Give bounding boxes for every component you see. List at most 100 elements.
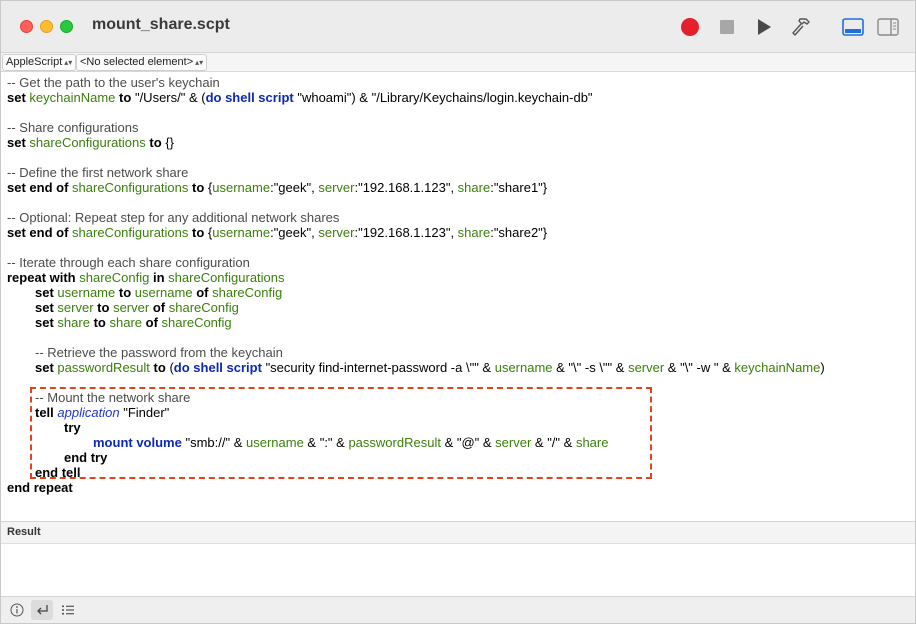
keyword: try: [64, 420, 81, 435]
code-line: set keychainName to "/Users/" & (do shel…: [7, 90, 825, 105]
code-line: -- Retrieve the password from the keycha…: [7, 345, 825, 360]
window-title: mount_share.scpt: [92, 16, 230, 33]
keyword: of: [145, 315, 158, 330]
code-line: set shareConfigurations to {}: [7, 135, 825, 150]
code-line: -- Mount the network share: [7, 390, 825, 405]
variable: server: [318, 225, 355, 240]
stop-icon: [720, 20, 734, 34]
variable: username: [212, 180, 271, 195]
zoom-window-button[interactable]: [60, 20, 73, 33]
keyword: of: [196, 285, 209, 300]
element-popup[interactable]: <No selected element> ▴▾: [76, 54, 208, 71]
variable: share: [57, 315, 90, 330]
variable: shareConfigurations: [72, 180, 189, 195]
result-button[interactable]: [31, 600, 53, 620]
variable: shareConfig: [161, 315, 232, 330]
variable: username: [212, 225, 271, 240]
script-editor-window: mount_share.scpt AppleScript ▴▾ <No sele…: [0, 0, 916, 624]
keyword: set: [35, 315, 54, 330]
bottom-panel-icon: [842, 18, 864, 36]
command: do shell script: [173, 360, 262, 375]
variable: share: [575, 435, 609, 450]
minimize-window-button[interactable]: [40, 20, 53, 33]
code-line: end tell: [7, 465, 825, 480]
comment: -- Share configurations: [7, 120, 139, 135]
variable: share: [457, 225, 491, 240]
stop-button[interactable]: [715, 15, 739, 39]
sidebar-icon: [877, 18, 899, 36]
variable: server: [57, 300, 94, 315]
code-line: set passwordResult to (do shell script "…: [7, 360, 825, 375]
variable: shareConfig: [79, 270, 150, 285]
keyword: set: [35, 300, 54, 315]
code-content[interactable]: -- Get the path to the user's keychain s…: [7, 75, 825, 495]
command: mount volume: [93, 435, 182, 450]
language-label: AppleScript: [6, 56, 63, 68]
variable: server: [628, 360, 665, 375]
code-line: mount volume "smb://" & username & ":" &…: [7, 435, 825, 450]
comment: -- Optional: Repeat step for any additio…: [7, 210, 340, 225]
comment: -- Define the first network share: [7, 165, 189, 180]
code-line: set username to username of shareConfig: [7, 285, 825, 300]
keyword: to: [97, 300, 110, 315]
string: :"share1"}: [490, 180, 548, 195]
log-button[interactable]: [57, 600, 79, 620]
keyword: end tell: [35, 465, 81, 480]
keyword: set: [7, 90, 26, 105]
string: & "\" -s \"" &: [552, 360, 629, 375]
string: "/Users/" & (: [134, 90, 206, 105]
string: & ":" &: [303, 435, 349, 450]
variable: server: [113, 300, 150, 315]
keyword: set end of: [7, 180, 69, 195]
variable: username: [246, 435, 304, 450]
record-button[interactable]: [678, 15, 702, 39]
comment: -- Get the path to the user's keychain: [7, 75, 220, 90]
popup-arrows-icon: ▴▾: [195, 58, 204, 67]
command: do shell script: [205, 90, 294, 105]
keyword: of: [152, 300, 166, 315]
result-header: Result: [1, 521, 915, 544]
keyword: to: [192, 225, 205, 240]
compile-button[interactable]: [789, 15, 813, 39]
code-line: repeat with shareConfig in shareConfigur…: [7, 270, 825, 285]
navigation-bar: AppleScript ▴▾ <No selected element> ▴▾: [1, 53, 915, 72]
script-editor[interactable]: -- Get the path to the user's keychain s…: [1, 73, 915, 520]
string: & "@" &: [440, 435, 496, 450]
code-line: try: [7, 420, 825, 435]
string: "smb://" &: [185, 435, 246, 450]
show-result-pane-button[interactable]: [841, 15, 865, 39]
close-window-button[interactable]: [20, 20, 33, 33]
show-sidebar-button[interactable]: [876, 15, 900, 39]
keyword: to: [153, 360, 166, 375]
keyword: set end of: [7, 225, 69, 240]
keyword: set: [35, 285, 54, 300]
run-button[interactable]: [752, 15, 776, 39]
string: :"geek",: [270, 225, 319, 240]
keyword: to: [118, 285, 132, 300]
hammer-icon: [792, 18, 810, 36]
string: :"share2"}: [490, 225, 548, 240]
keyword: to: [119, 90, 132, 105]
code-line: end try: [7, 450, 825, 465]
variable: keychainName: [734, 360, 821, 375]
description-button[interactable]: [6, 600, 28, 620]
application-class: application: [57, 405, 120, 420]
string: ): [820, 360, 825, 375]
code-line: set share to share of shareConfig: [7, 315, 825, 330]
result-pane[interactable]: [1, 544, 915, 596]
string: :"192.168.1.123",: [354, 180, 458, 195]
variable: shareConfigurations: [168, 270, 285, 285]
variable: shareConfig: [212, 285, 283, 300]
keyword: in: [152, 270, 165, 285]
code-line: set end of shareConfigurations to {usern…: [7, 180, 825, 195]
language-popup[interactable]: AppleScript ▴▾: [2, 54, 77, 71]
comment: -- Iterate through each share configurat…: [7, 255, 250, 270]
result-title: Result: [7, 526, 41, 538]
keyword: to: [192, 180, 205, 195]
variable: username: [494, 360, 553, 375]
element-label: <No selected element>: [80, 56, 194, 68]
